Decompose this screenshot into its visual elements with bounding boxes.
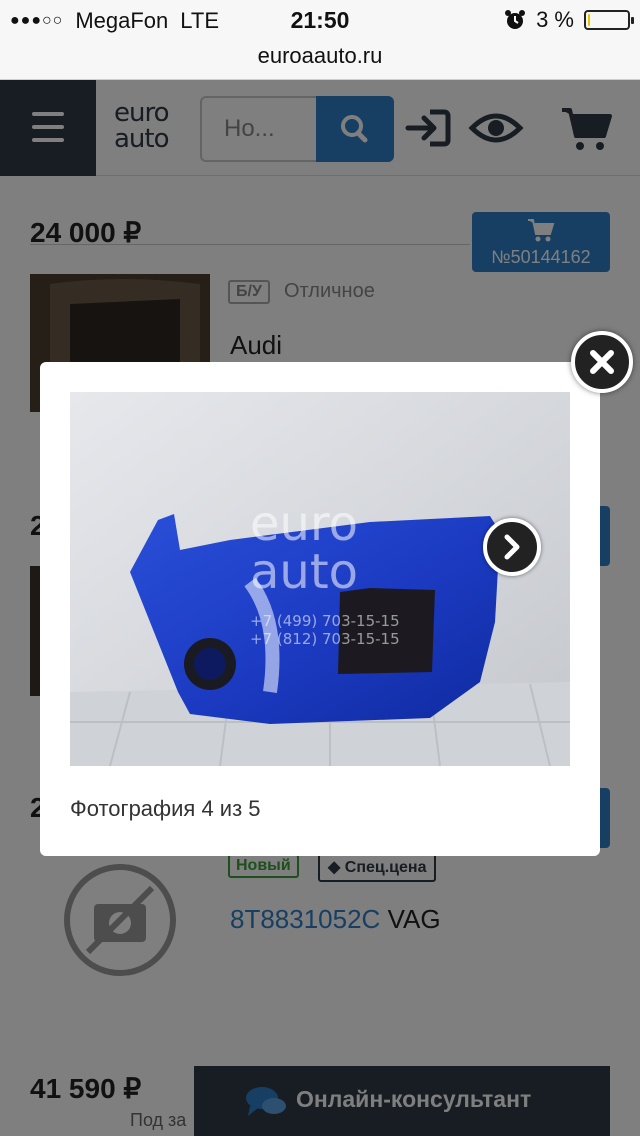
photo-viewer-modal: euro auto +7 (499) 703-15-15 +7 (812) 70… [40,362,600,856]
battery-percent: 3 % [536,7,574,32]
watermark-text: auto [250,544,358,600]
battery-level [588,14,590,26]
alarm-icon [505,10,526,29]
photo-counter: Фотография 4 из 5 [70,796,261,821]
address-bar[interactable]: euroaauto.ru [0,40,640,80]
part-photo[interactable]: euro auto +7 (499) 703-15-15 +7 (812) 70… [70,392,570,766]
watermark-text: +7 (812) 703-15-15 [250,630,400,648]
close-modal-button[interactable] [571,331,633,393]
url-text: euroaauto.ru [257,43,383,68]
next-photo-button[interactable] [483,518,541,576]
close-icon [590,350,614,374]
chevron-right-icon [504,534,520,560]
status-bar: ●●●○○ MegaFon LTE 21:50 3 % [0,0,640,40]
watermark-text: +7 (499) 703-15-15 [250,612,400,630]
car-door-image: euro auto +7 (499) 703-15-15 +7 (812) 70… [70,392,570,766]
battery-icon [584,10,634,30]
